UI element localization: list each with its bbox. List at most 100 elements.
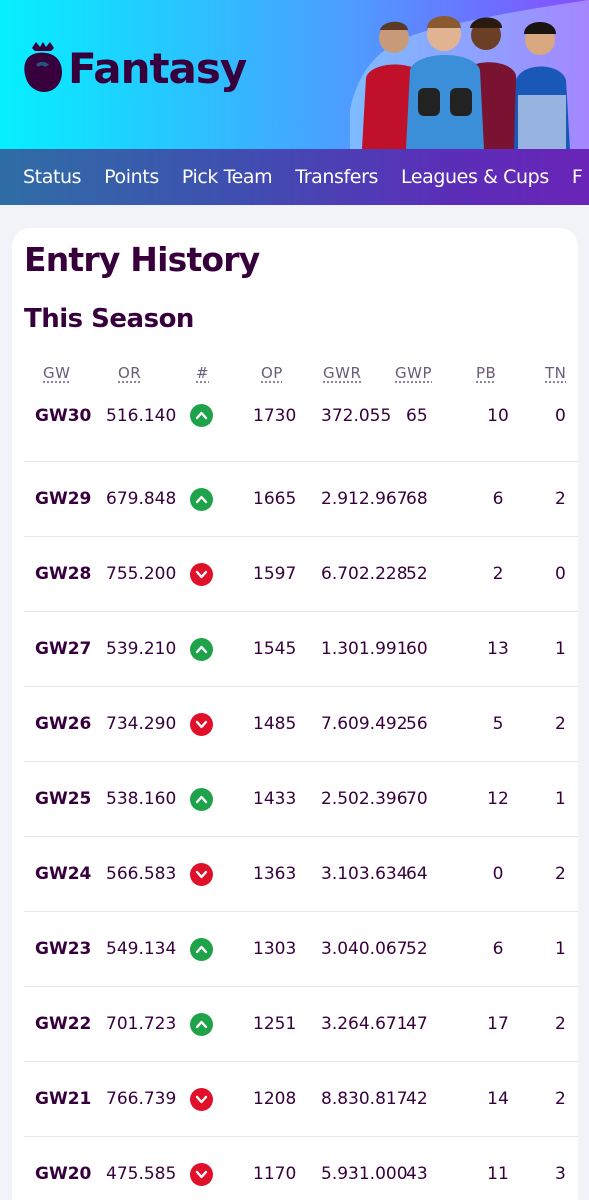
table-header: GW OR # OP GWR GWP PB TN: [12, 364, 578, 386]
points-on-bench-cell: 6: [492, 939, 504, 959]
points-on-bench-cell: 2: [492, 564, 504, 584]
gameweek-points-cell: 68: [406, 489, 428, 509]
section-title: This Season: [24, 304, 194, 334]
transfers-made-cell: 2: [555, 714, 566, 734]
rank-down-icon: [190, 713, 213, 736]
overall-points-cell: 1170: [253, 1164, 297, 1184]
points-on-bench-cell: 10: [487, 406, 509, 426]
rank-up-icon: [190, 1013, 213, 1036]
transfers-made-cell: 2: [555, 1089, 566, 1109]
table-row: GW28 755.200 1597 6.702.228 52 2 0: [24, 537, 578, 612]
gameweek-cell: GW20: [35, 1164, 92, 1184]
points-on-bench-cell: 14: [487, 1089, 509, 1109]
table-row: GW23 549.134 1303 3.040.067 52 6 1: [24, 912, 578, 987]
gameweek-rank-cell: 1.301.991: [321, 639, 408, 659]
table-row: GW20 475.585 1170 5.931.000 43 11 3: [24, 1137, 578, 1200]
overall-rank-cell: 734.290: [106, 714, 177, 734]
rank-up-icon: [190, 638, 213, 661]
rank-up-icon: [190, 938, 213, 961]
gameweek-rank-cell: 5.931.000: [321, 1164, 408, 1184]
points-on-bench-cell: 17: [487, 1014, 509, 1034]
gameweek-cell: GW22: [35, 1014, 92, 1034]
gameweek-points-cell: 64: [406, 864, 428, 884]
table-row: GW27 539.210 1545 1.301.991 60 13 1: [24, 612, 578, 687]
main-nav: Status Points Pick Team Transfers League…: [0, 149, 589, 205]
overall-points-cell: 1665: [253, 489, 297, 509]
column-header-gwr[interactable]: GWR: [323, 364, 361, 382]
fantasy-logo[interactable]: Fantasy: [22, 42, 247, 94]
table-row: GW30 516.140 1730 372.055 65 10 0: [24, 386, 578, 462]
overall-points-cell: 1597: [253, 564, 297, 584]
gameweek-points-cell: 60: [406, 639, 428, 659]
column-header-or[interactable]: OR: [118, 364, 141, 382]
points-on-bench-cell: 13: [487, 639, 509, 659]
overall-rank-cell: 766.739: [106, 1089, 177, 1109]
column-header-tm[interactable]: TN: [545, 364, 566, 382]
players-artwork: [350, 0, 589, 149]
transfers-made-cell: 2: [555, 864, 566, 884]
column-header-rank-change[interactable]: #: [196, 364, 209, 382]
table-row: GW26 734.290 1485 7.609.492 56 5 2: [24, 687, 578, 762]
column-header-op[interactable]: OP: [261, 364, 283, 382]
column-header-gwp[interactable]: GWP: [395, 364, 432, 382]
overall-rank-cell: 679.848: [106, 489, 177, 509]
nav-item-status[interactable]: Status: [23, 166, 82, 188]
overall-points-cell: 1485: [253, 714, 297, 734]
overall-rank-cell: 755.200: [106, 564, 177, 584]
column-header-gw[interactable]: GW: [43, 364, 70, 382]
rank-up-icon: [190, 404, 213, 427]
transfers-made-cell: 1: [555, 639, 566, 659]
gameweek-cell: GW26: [35, 714, 92, 734]
gameweek-points-cell: 65: [406, 406, 428, 426]
overall-points-cell: 1251: [253, 1014, 297, 1034]
overall-points-cell: 1545: [253, 639, 297, 659]
gameweek-cell: GW27: [35, 639, 92, 659]
rank-down-icon: [190, 1163, 213, 1186]
table-row: GW24 566.583 1363 3.103.634 64 0 2: [24, 837, 578, 912]
rank-down-icon: [190, 1088, 213, 1111]
overall-points-cell: 1363: [253, 864, 297, 884]
rank-down-icon: [190, 863, 213, 886]
gameweek-points-cell: 43: [406, 1164, 428, 1184]
table-row: GW22 701.723 1251 3.264.671 47 17 2: [24, 987, 578, 1062]
gameweek-points-cell: 47: [406, 1014, 428, 1034]
column-header-pb[interactable]: PB: [476, 364, 496, 382]
gameweek-points-cell: 42: [406, 1089, 428, 1109]
gameweek-rank-cell: 372.055: [321, 406, 392, 426]
gameweek-rank-cell: 7.609.492: [321, 714, 408, 734]
entry-history-card: Entry History This Season GW OR # OP GWR…: [12, 228, 578, 1200]
gameweek-rank-cell: 8.830.817: [321, 1089, 408, 1109]
gameweek-cell: GW23: [35, 939, 92, 959]
history-table-body: GW30 516.140 1730 372.055 65 10 0 GW29 679.848 16…: [24, 386, 578, 1200]
rank-down-icon: [190, 563, 213, 586]
gameweek-rank-cell: 3.040.067: [321, 939, 408, 959]
table-row: GW29 679.848 1665 2.912.967 68 6 2: [24, 462, 578, 537]
overall-points-cell: 1208: [253, 1089, 297, 1109]
gameweek-cell: GW29: [35, 489, 92, 509]
gameweek-points-cell: 70: [406, 789, 428, 809]
points-on-bench-cell: 11: [487, 1164, 509, 1184]
gameweek-rank-cell: 6.702.228: [321, 564, 408, 584]
nav-item-truncated[interactable]: F: [572, 166, 583, 188]
overall-rank-cell: 516.140: [106, 406, 177, 426]
points-on-bench-cell: 6: [492, 489, 504, 509]
gameweek-rank-cell: 2.912.967: [321, 489, 408, 509]
gameweek-points-cell: 52: [406, 939, 428, 959]
rank-up-icon: [190, 788, 213, 811]
overall-points-cell: 1433: [253, 789, 297, 809]
overall-rank-cell: 475.585: [106, 1164, 177, 1184]
gameweek-points-cell: 56: [406, 714, 428, 734]
transfers-made-cell: 1: [555, 939, 566, 959]
gameweek-points-cell: 52: [406, 564, 428, 584]
transfers-made-cell: 3: [555, 1164, 566, 1184]
gameweek-rank-cell: 3.103.634: [321, 864, 408, 884]
nav-item-pick-team[interactable]: Pick Team: [182, 166, 273, 188]
gameweek-rank-cell: 2.502.396: [321, 789, 408, 809]
nav-item-points[interactable]: Points: [104, 166, 159, 188]
lion-crest-icon: [24, 42, 62, 92]
rank-up-icon: [190, 488, 213, 511]
nav-item-transfers[interactable]: Transfers: [295, 166, 378, 188]
nav-item-leagues-cups[interactable]: Leagues & Cups: [401, 166, 549, 188]
page-title: Entry History: [24, 240, 260, 279]
overall-rank-cell: 538.160: [106, 789, 177, 809]
